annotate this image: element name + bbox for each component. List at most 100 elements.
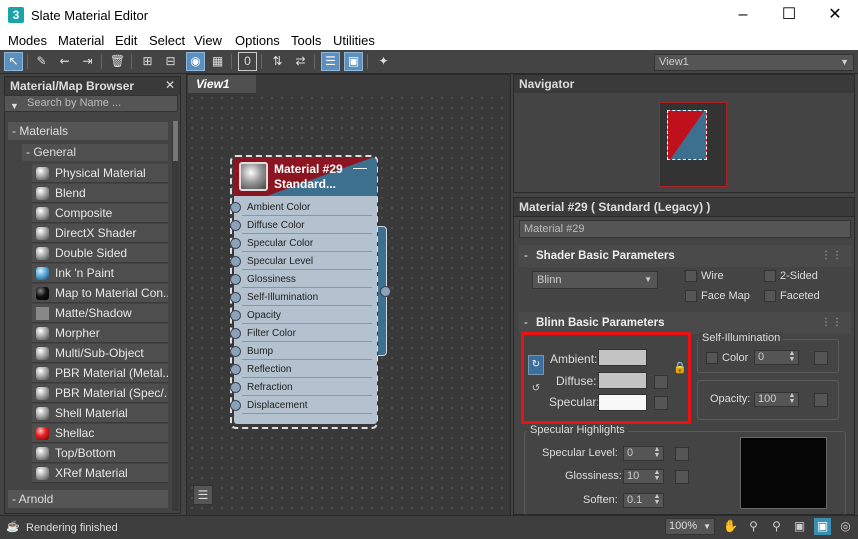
face-map-checkbox[interactable] [685,290,697,302]
menu-edit[interactable]: Edit [115,33,137,48]
zoom-level-dropdown[interactable]: 100% ▼ [665,518,715,535]
spinner-arrows-icon[interactable]: ▲ ▼ [788,350,796,363]
select-by-material-icon[interactable]: ✦ [374,52,393,71]
slot-reflection[interactable]: Reflection [242,361,372,378]
list-item[interactable]: DirectX Shader [32,224,168,243]
list-item[interactable]: Top/Bottom [32,444,168,463]
glossiness-spinner[interactable]: 10 ▲ ▼ [623,469,664,484]
input-socket[interactable] [230,256,241,267]
opacity-map-button[interactable] [814,393,828,407]
pick-material-icon[interactable]: ✎ [32,52,51,71]
list-item[interactable]: Shellac [32,424,168,443]
shader-rollout-header[interactable]: - Shader Basic Parameters ⋮⋮ [519,245,851,267]
slot-displacement[interactable]: Displacement [242,397,372,414]
show-background-icon[interactable]: ▦ [208,52,227,71]
list-item[interactable]: Composite [32,204,168,223]
menu-modes[interactable]: Modes [8,33,47,48]
assign-to-selection-icon[interactable]: ⇥ [78,52,97,71]
list-item[interactable]: Shell Material [32,404,168,423]
browser-scrollbar[interactable] [172,121,179,511]
input-socket[interactable] [230,310,241,321]
spinner-arrows-icon[interactable]: ▲ ▼ [653,446,661,459]
self-illum-spinner[interactable]: 0 ▲ ▼ [754,350,799,365]
opacity-spinner[interactable]: 100 ▲ ▼ [754,392,799,407]
menu-utilities[interactable]: Utilities [333,33,375,48]
list-item[interactable]: PBR Material (Spec/... [32,384,168,403]
slot-bump[interactable]: Bump [242,343,372,360]
menu-options[interactable]: Options [235,33,280,48]
input-socket[interactable] [230,274,241,285]
input-socket[interactable] [230,400,241,411]
chevron-down-icon[interactable]: ▼ [10,99,19,114]
specular-level-map-button[interactable] [675,447,689,461]
search-input[interactable]: ▼ Search by Name ... [4,95,178,112]
layout-vertical-icon[interactable]: ⇅ [268,52,287,71]
material-name-field[interactable]: Material #29 [519,220,851,238]
pan-to-selected-icon[interactable]: ◎ [837,518,854,535]
parameter-editor-icon[interactable]: ☰ [321,52,340,71]
list-item[interactable]: Map to Material Con... [32,284,168,303]
show-map-in-viewport-icon[interactable]: ◉ [186,52,205,71]
close-button[interactable]: ✕ [812,0,858,30]
slot-diffuse-color[interactable]: Diffuse Color [242,217,372,234]
input-socket[interactable] [230,328,241,339]
spinner-arrows-icon[interactable]: ▲ ▼ [788,392,796,405]
zoom-extents-icon[interactable]: ▣ [791,518,808,535]
material-node-header[interactable]: Material #29 Standard... — [234,158,377,196]
list-item[interactable]: PBR Material (Metal... [32,364,168,383]
binoculars-icon[interactable]: ☰ [193,485,213,505]
scrollbar-thumb[interactable] [173,121,178,161]
put-to-scene-icon[interactable]: ⇜ [55,52,74,71]
category-general[interactable]: - General [22,144,168,161]
minimize-button[interactable]: – [720,0,766,30]
input-socket[interactable] [230,292,241,303]
close-icon[interactable]: ✕ [165,78,175,92]
view-selector-dropdown[interactable]: View1 ▼ [654,54,854,71]
two-sided-checkbox[interactable] [764,270,776,282]
list-item[interactable]: Double Sided [32,244,168,263]
material-browser-icon[interactable]: ▣ [344,52,363,71]
slot-self-illumination[interactable]: Self-Illumination [242,289,372,306]
material-id-icon[interactable]: 0 [238,52,257,71]
list-item[interactable]: Morpher [32,324,168,343]
slot-specular-level[interactable]: Specular Level [242,253,372,270]
glossiness-map-button[interactable] [675,470,689,484]
slot-refraction[interactable]: Refraction [242,379,372,396]
menu-material[interactable]: Material [58,33,104,48]
list-item[interactable]: Blend [32,184,168,203]
slot-glossiness[interactable]: Glossiness [242,271,372,288]
minimize-node-icon[interactable]: — [353,159,367,175]
slot-specular-color[interactable]: Specular Color [242,235,372,252]
lock-icon[interactable]: 🔒 [673,361,687,375]
category-materials[interactable]: - Materials [8,122,168,140]
zoom-extents-selected-icon[interactable]: ▣ [814,518,831,535]
delete-icon[interactable]: 🗑 [108,52,127,71]
pan-hand-icon[interactable]: ✋ [722,518,739,535]
navigator-viewport[interactable] [659,102,727,187]
soften-spinner[interactable]: 0.1 ▲ ▼ [623,493,664,508]
list-item[interactable]: Matte/Shadow [32,304,168,323]
menu-select[interactable]: Select [149,33,185,48]
hide-unused-icon[interactable]: ⊟ [161,52,180,71]
spinner-arrows-icon[interactable]: ▲ ▼ [653,493,661,506]
maximize-button[interactable]: ☐ [766,0,812,30]
slot-opacity[interactable]: Opacity [242,307,372,324]
output-socket[interactable] [380,286,391,297]
blinn-rollout-header[interactable]: - Blinn Basic Parameters ⋮⋮ [519,312,851,334]
zoom-region-icon[interactable]: ⚲ [768,518,785,535]
list-item[interactable]: Ink 'n Paint [32,264,168,283]
slot-filter-color[interactable]: Filter Color [242,325,372,342]
input-socket[interactable] [230,238,241,249]
input-socket[interactable] [230,220,241,231]
layout-horizontal-icon[interactable]: ⇄ [291,52,310,71]
self-illum-map-button[interactable] [814,351,828,365]
slot-ambient-color[interactable]: Ambient Color [242,199,372,216]
self-illum-color-checkbox[interactable] [706,352,718,364]
category-arnold[interactable]: - Arnold [8,490,168,508]
menu-tools[interactable]: Tools [291,33,321,48]
select-tool-icon[interactable]: ↖ [4,52,23,71]
list-item[interactable]: Physical Material [32,164,168,183]
input-socket[interactable] [230,346,241,357]
spinner-arrows-icon[interactable]: ▲ ▼ [653,469,661,482]
shader-type-dropdown[interactable]: Blinn ▼ [532,271,658,289]
